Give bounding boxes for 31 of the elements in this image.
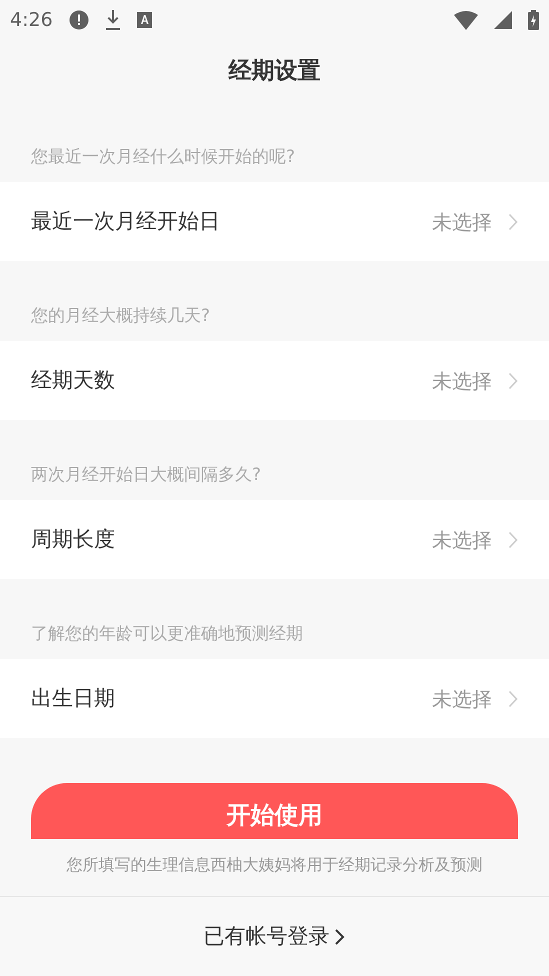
page-title: 经期设置: [228, 56, 320, 86]
battery-icon: [528, 10, 539, 30]
chevron-icon: [508, 690, 518, 708]
setting-value: 未选择: [432, 368, 492, 394]
setting-label: 最近一次月经开始日: [31, 208, 221, 235]
setting-value: 未选择: [432, 686, 492, 712]
login-link[interactable]: 已有帐号登录: [204, 920, 346, 952]
section-hint: 了解您的年龄可以更准确地预测经期: [31, 622, 303, 646]
setting-label: 出生日期: [31, 684, 116, 712]
chevron-icon: [508, 372, 518, 390]
setting-row[interactable]: 周期长度 未选择: [0, 500, 549, 579]
chevron-icon: [508, 530, 518, 548]
setting-row[interactable]: 出生日期 未选择: [0, 659, 549, 738]
setting-row[interactable]: 最近一次月经开始日 未选择: [0, 182, 549, 261]
setting-value: 未选择: [432, 208, 492, 236]
section-hint: 您最近一次月经什么时候开始的呢?: [31, 146, 296, 168]
wifi-icon: [454, 10, 478, 30]
section-hint: 您的月经大概持续几天?: [31, 304, 210, 328]
alert-icon: [68, 10, 89, 30]
section-hint: 两次月经开始日大概间隔多久?: [31, 464, 262, 486]
signal-icon: [494, 11, 512, 29]
setting-label: 经期天数: [31, 366, 116, 394]
font-icon: [136, 12, 152, 28]
chevron-icon: [334, 928, 346, 946]
setting-value: 未选择: [432, 526, 492, 554]
download-icon: [104, 10, 121, 30]
setting-label: 周期长度: [31, 526, 116, 553]
status-time: 4:26: [10, 8, 53, 33]
chevron-icon: [508, 212, 518, 230]
setting-row[interactable]: 经期天数 未选择: [0, 341, 549, 420]
disclaimer-text: 您所填写的生理信息西柚大姨妈将用于经期记录分析及预测: [66, 855, 482, 874]
